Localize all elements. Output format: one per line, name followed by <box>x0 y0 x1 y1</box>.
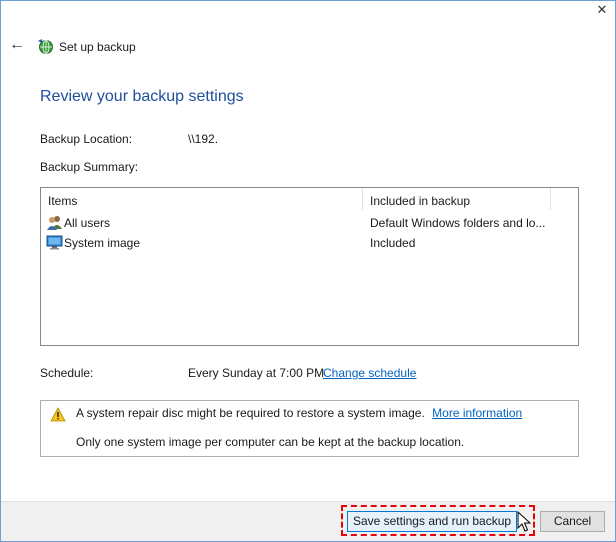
window-title: Set up backup <box>59 40 136 54</box>
mouse-cursor-icon <box>517 511 531 532</box>
info-box: A system repair disc might be required t… <box>40 400 579 457</box>
save-and-run-backup-button[interactable]: Save settings and run backup <box>347 511 517 532</box>
page-title: Review your backup settings <box>40 88 244 105</box>
schedule-value: Every Sunday at 7:00 PM <box>188 366 325 380</box>
item-included: Included <box>370 236 416 250</box>
backup-globe-icon <box>38 39 53 54</box>
schedule-label: Schedule: <box>40 366 94 380</box>
repair-disc-text: A system repair disc might be required t… <box>76 406 425 420</box>
column-header-included[interactable]: Included in backup <box>370 188 470 210</box>
warning-icon <box>50 407 66 422</box>
info-message: A system repair disc might be required t… <box>76 406 522 420</box>
change-schedule-link[interactable]: Change schedule <box>323 366 416 380</box>
close-icon[interactable]: ✕ <box>595 3 609 17</box>
column-divider[interactable] <box>550 188 551 210</box>
item-name: System image <box>64 236 141 250</box>
cancel-button[interactable]: Cancel <box>540 511 605 532</box>
column-header-items[interactable]: Items <box>48 188 77 210</box>
list-header: Items Included in backup <box>41 188 578 210</box>
users-icon <box>47 216 62 230</box>
list-item[interactable]: System image Included <box>41 233 578 253</box>
backup-dialog: ✕ ← Set up backup Review your backup set… <box>0 0 616 542</box>
monitor-icon <box>46 235 63 250</box>
item-included: Default Windows folders and lo... <box>370 216 546 230</box>
backup-summary-label: Backup Summary: <box>40 160 139 174</box>
item-name: All users <box>64 216 111 230</box>
back-arrow-icon[interactable]: ← <box>9 37 25 53</box>
backup-location-label: Backup Location: <box>40 132 133 146</box>
backup-location-value: \\192. <box>188 132 219 146</box>
system-image-note: Only one system image per computer can b… <box>76 435 465 449</box>
more-information-link[interactable]: More information <box>432 406 522 420</box>
column-divider[interactable] <box>362 188 363 210</box>
backup-summary-list[interactable]: Items Included in backup All users Defau… <box>40 187 579 346</box>
list-item[interactable]: All users Default Windows folders and lo… <box>41 213 578 233</box>
